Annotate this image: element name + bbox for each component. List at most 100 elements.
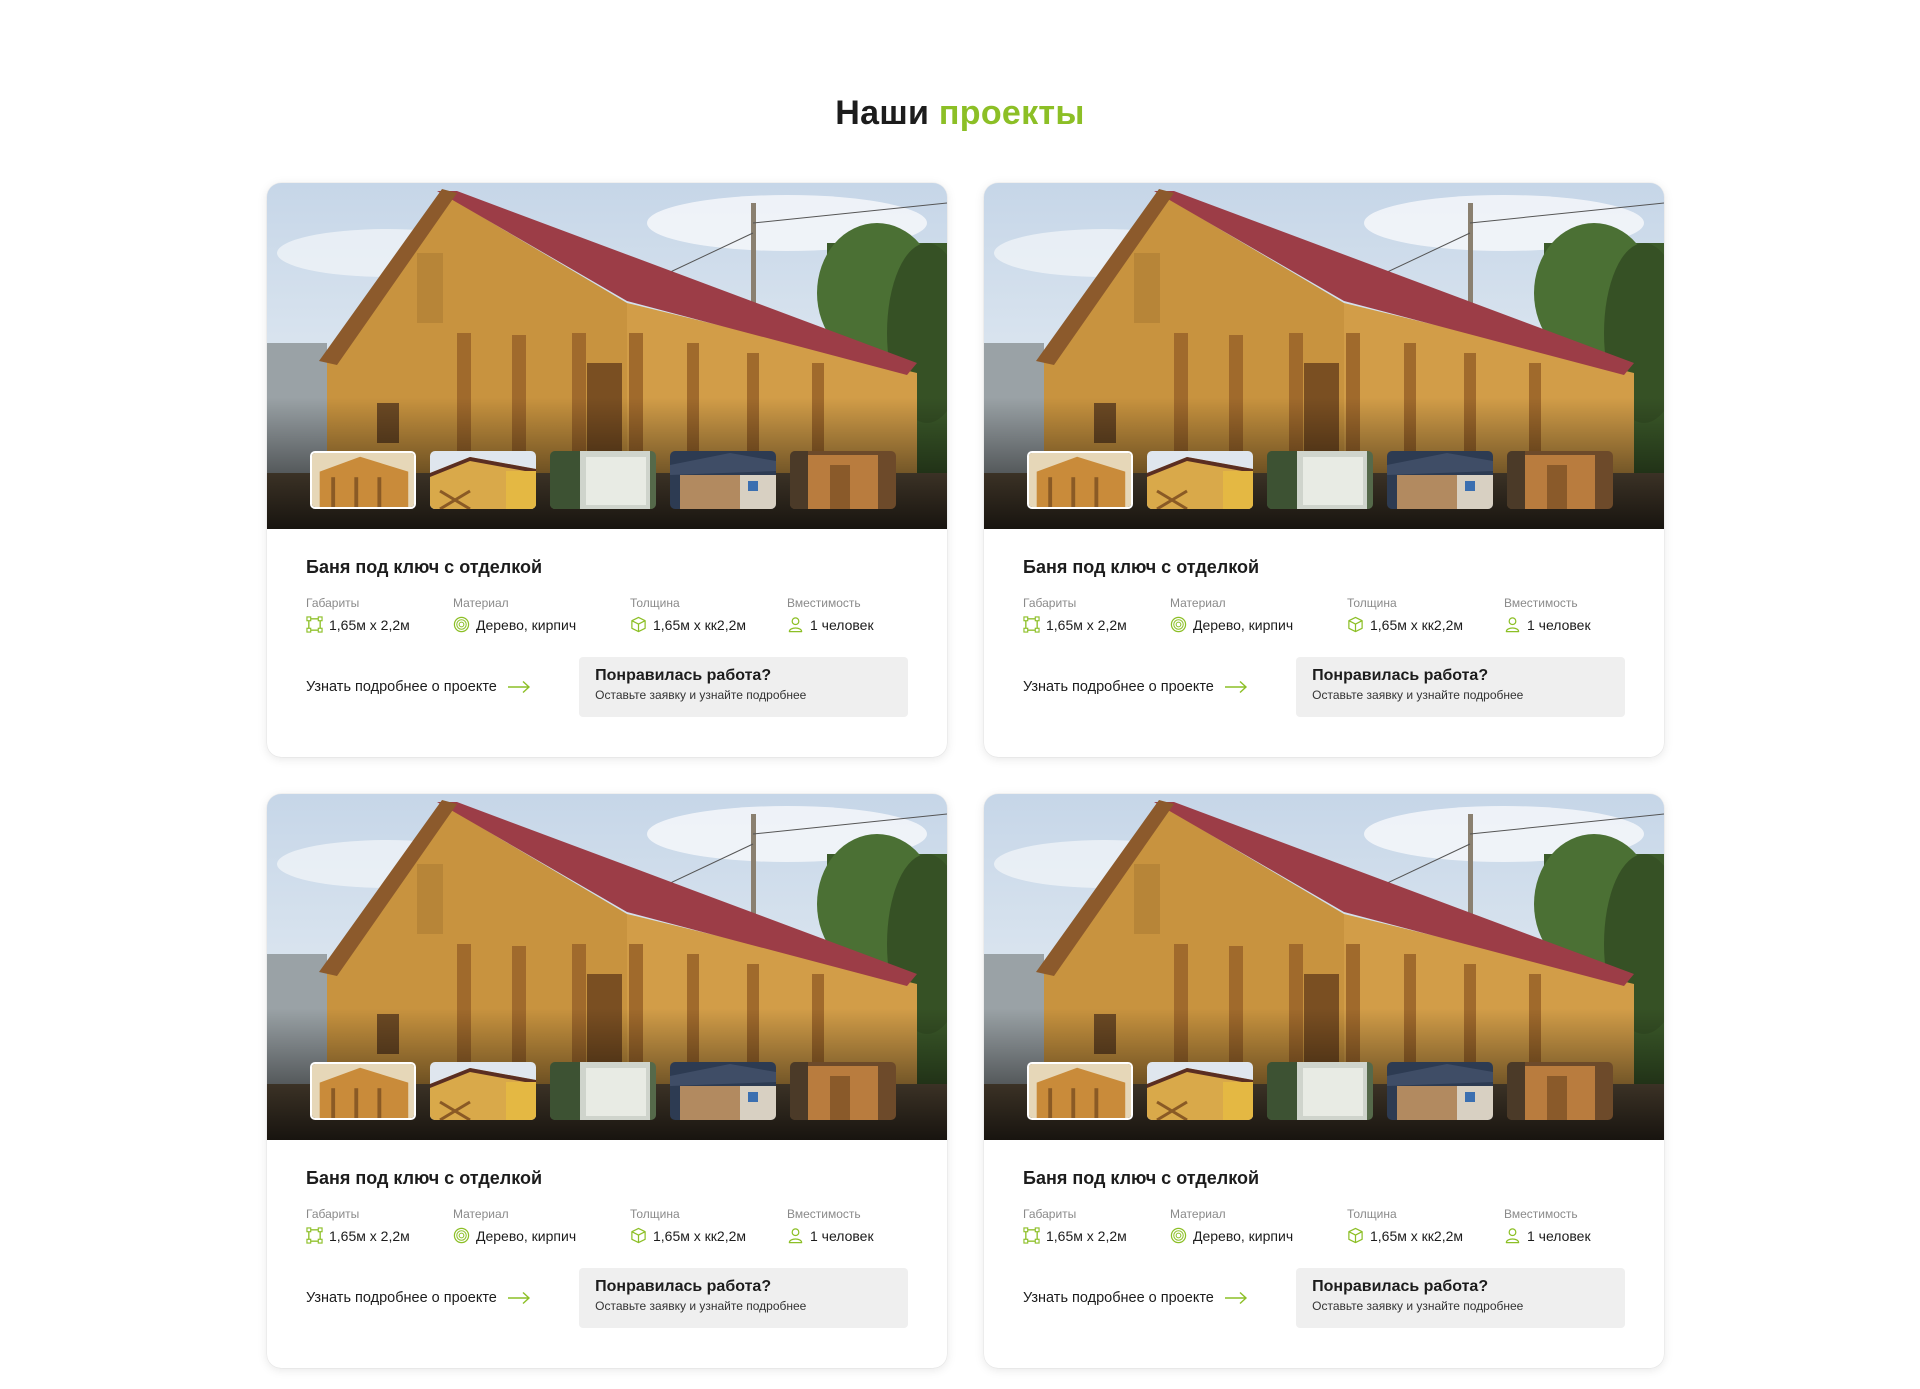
- project-details-link[interactable]: Узнать подробнее о проекте: [306, 679, 579, 695]
- thumbnail-1[interactable]: [1027, 1062, 1133, 1120]
- spec-label: Габариты: [1023, 1207, 1077, 1221]
- person-icon: [788, 1228, 803, 1244]
- spec-material: Материал Дерево, кирпич: [1170, 596, 1347, 633]
- spec-material: Материал Дерево, кирпич: [453, 1207, 630, 1244]
- section-title: Наши проекты: [0, 94, 1920, 133]
- project-photo[interactable]: [267, 183, 947, 529]
- cube-icon: [1348, 616, 1363, 633]
- project-card: Баня под ключ с отделкой Габариты 1,65м …: [267, 183, 947, 757]
- spec-value: 1,65м х 2,2м: [1023, 616, 1170, 633]
- spec-label: Материал: [1170, 596, 1226, 610]
- project-specs: Габариты 1,65м х 2,2м Материал Дерево, к…: [1023, 1207, 1625, 1244]
- project-info: Баня под ключ с отделкой Габариты 1,65м …: [267, 1140, 947, 1328]
- spec-value-text: 1,65м х кк2,2м: [1370, 616, 1463, 633]
- spec-label: Вместимость: [1504, 1207, 1578, 1221]
- request-button[interactable]: Понравилась работа? Оставьте заявку и уз…: [579, 1268, 908, 1328]
- thumbnail-4[interactable]: [1387, 1062, 1493, 1120]
- request-button-subtitle: Оставьте заявку и узнайте подробнее: [595, 1299, 807, 1313]
- cube-icon: [1348, 1227, 1363, 1244]
- spec-label: Вместимость: [787, 1207, 861, 1221]
- project-details-link[interactable]: Узнать подробнее о проекте: [306, 1290, 579, 1306]
- spec-value: 1,65м х кк2,2м: [630, 616, 787, 633]
- request-button[interactable]: Понравилась работа? Оставьте заявку и уз…: [1296, 657, 1625, 717]
- thumbnail-4[interactable]: [670, 451, 776, 509]
- project-specs: Габариты 1,65м х 2,2м Материал Дерево, к…: [306, 1207, 908, 1244]
- spec-value: Дерево, кирпич: [1170, 616, 1347, 633]
- spec-value: 1,65м х 2,2м: [306, 1227, 453, 1244]
- project-title: Баня под ключ с отделкой: [1023, 557, 1260, 577]
- thumbnail-1[interactable]: [310, 451, 416, 509]
- project-actions: Узнать подробнее о проекте Понравилась р…: [1023, 1268, 1625, 1328]
- request-button-title: Понравилась работа?: [595, 667, 772, 684]
- thumbnail-3[interactable]: [1267, 451, 1373, 509]
- cube-icon: [631, 616, 646, 633]
- project-card: Баня под ключ с отделкой Габариты 1,65м …: [984, 794, 1664, 1368]
- spec-dimensions: Габариты 1,65м х 2,2м: [1023, 596, 1170, 633]
- spec-value: 1 человек: [1504, 1227, 1624, 1244]
- spec-value: 1,65м х 2,2м: [306, 616, 453, 633]
- spec-capacity: Вместимость 1 человек: [787, 1207, 907, 1244]
- request-button-title: Понравилась работа?: [595, 1278, 772, 1295]
- material-icon: [453, 616, 470, 633]
- project-details-link[interactable]: Узнать подробнее о проекте: [1023, 679, 1296, 695]
- project-card: Баня под ключ с отделкой Габариты 1,65м …: [267, 794, 947, 1368]
- thumbnail-5[interactable]: [1507, 1062, 1613, 1120]
- spec-capacity: Вместимость 1 человек: [787, 596, 907, 633]
- thumbnail-4[interactable]: [1387, 451, 1493, 509]
- thumbnail-5[interactable]: [790, 451, 896, 509]
- project-details-link[interactable]: Узнать подробнее о проекте: [1023, 1290, 1296, 1306]
- request-button-title: Понравилась работа?: [1312, 667, 1489, 684]
- project-photo[interactable]: [984, 183, 1664, 529]
- dimensions-icon: [306, 616, 323, 633]
- thumbnail-2[interactable]: [1147, 451, 1253, 509]
- thumbnail-4[interactable]: [670, 1062, 776, 1120]
- section-title-main: Наши: [835, 94, 930, 133]
- thumbnail-1[interactable]: [310, 1062, 416, 1120]
- thumbnail-2[interactable]: [430, 1062, 536, 1120]
- spec-value-text: 1,65м х 2,2м: [1046, 1227, 1127, 1244]
- spec-label: Габариты: [306, 596, 360, 610]
- spec-value: Дерево, кирпич: [453, 1227, 630, 1244]
- thumbnail-3[interactable]: [1267, 1062, 1373, 1120]
- thumbnail-strip: [1027, 1062, 1613, 1120]
- thumbnail-2[interactable]: [430, 451, 536, 509]
- dimensions-icon: [306, 1227, 323, 1244]
- spec-label: Габариты: [306, 1207, 360, 1221]
- thumbnail-3[interactable]: [550, 1062, 656, 1120]
- thumbnail-strip: [1027, 451, 1613, 509]
- section-title-accent: проекты: [938, 94, 1085, 133]
- thumbnail-3[interactable]: [550, 451, 656, 509]
- spec-dimensions: Габариты 1,65м х 2,2м: [306, 1207, 453, 1244]
- dimensions-icon: [1023, 616, 1040, 633]
- material-icon: [1170, 616, 1187, 633]
- spec-label: Материал: [453, 596, 509, 610]
- spec-value: 1 человек: [787, 1227, 907, 1244]
- request-button[interactable]: Понравилась работа? Оставьте заявку и уз…: [1296, 1268, 1625, 1328]
- spec-label: Материал: [1170, 1207, 1226, 1221]
- spec-label: Вместимость: [787, 596, 861, 610]
- spec-material: Материал Дерево, кирпич: [1170, 1207, 1347, 1244]
- thumbnail-5[interactable]: [790, 1062, 896, 1120]
- project-card: Баня под ключ с отделкой Габариты 1,65м …: [984, 183, 1664, 757]
- project-title: Баня под ключ с отделкой: [306, 557, 543, 577]
- project-title: Баня под ключ с отделкой: [306, 1168, 543, 1188]
- spec-value-text: 1 человек: [1527, 616, 1591, 633]
- spec-thickness: Толщина 1,65м х кк2,2м: [1347, 1207, 1504, 1244]
- spec-value: Дерево, кирпич: [453, 616, 630, 633]
- spec-value: 1,65м х 2,2м: [1023, 1227, 1170, 1244]
- projects-grid: Баня под ключ с отделкой Габариты 1,65м …: [267, 183, 1664, 1368]
- person-icon: [1505, 617, 1520, 633]
- spec-thickness: Толщина 1,65м х кк2,2м: [630, 1207, 787, 1244]
- spec-value: 1 человек: [1504, 616, 1624, 633]
- project-photo[interactable]: [267, 794, 947, 1140]
- spec-value: 1 человек: [787, 616, 907, 633]
- thumbnail-1[interactable]: [1027, 451, 1133, 509]
- spec-label: Габариты: [1023, 596, 1077, 610]
- thumbnail-5[interactable]: [1507, 451, 1613, 509]
- thumbnail-strip: [310, 1062, 896, 1120]
- project-actions: Узнать подробнее о проекте Понравилась р…: [1023, 657, 1625, 717]
- request-button-subtitle: Оставьте заявку и узнайте подробнее: [1312, 688, 1524, 702]
- project-photo[interactable]: [984, 794, 1664, 1140]
- thumbnail-2[interactable]: [1147, 1062, 1253, 1120]
- request-button[interactable]: Понравилась работа? Оставьте заявку и уз…: [579, 657, 908, 717]
